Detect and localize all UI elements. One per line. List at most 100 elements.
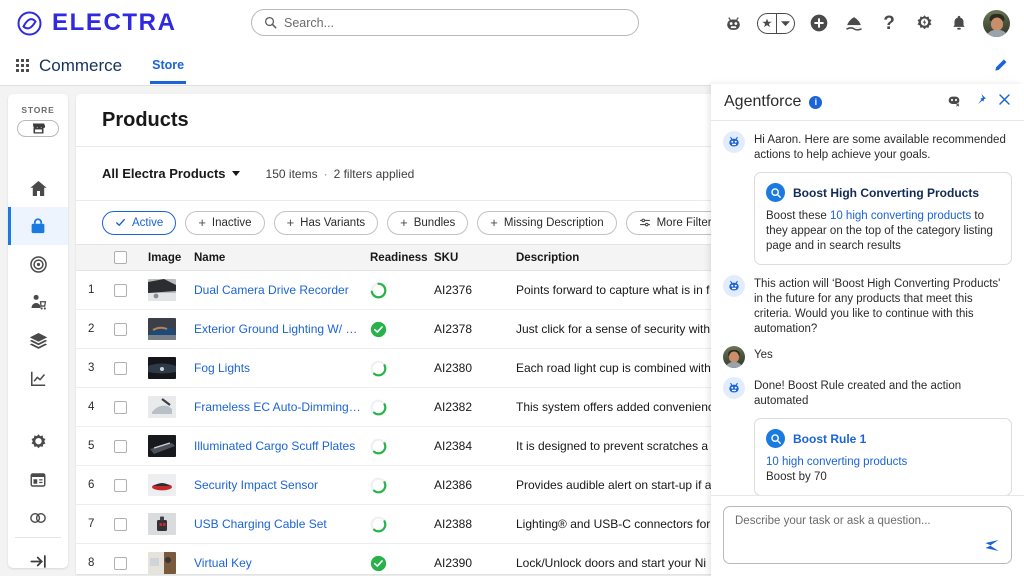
product-name-link[interactable]: Fog Lights bbox=[194, 361, 362, 375]
product-name-link[interactable]: Illuminated Cargo Scuff Plates bbox=[194, 439, 362, 453]
filter-chip-has-variants[interactable]: + Has Variants bbox=[274, 211, 379, 235]
boost-rule-card-title[interactable]: Boost Rule 1 bbox=[793, 432, 866, 446]
row-name-cell: Security Impact Sensor bbox=[194, 478, 370, 492]
agentforce-header-actions bbox=[946, 92, 1011, 113]
row-image-cell bbox=[148, 552, 194, 574]
help-icon[interactable]: ? bbox=[878, 12, 900, 34]
recommendation-card[interactable]: Boost High Converting Products Boost the… bbox=[754, 172, 1012, 265]
brand-name: ELECTRA bbox=[52, 11, 177, 35]
row-select-cell bbox=[114, 323, 148, 336]
pencil-icon[interactable] bbox=[993, 58, 1008, 78]
row-checkbox[interactable] bbox=[114, 479, 127, 492]
filter-chip-active[interactable]: Active bbox=[102, 211, 176, 235]
product-thumbnail bbox=[148, 318, 176, 340]
sidebar-item-home[interactable] bbox=[8, 169, 68, 207]
list-view-name: All Electra Products bbox=[102, 166, 226, 181]
cloud-icon[interactable] bbox=[843, 12, 865, 34]
recommendation-card-title: Boost High Converting Products bbox=[793, 186, 979, 200]
recommendation-card-header: Boost High Converting Products bbox=[766, 183, 1000, 202]
favorite-star-icon[interactable] bbox=[758, 14, 777, 33]
favorites-chevron-down-icon[interactable] bbox=[777, 14, 795, 33]
add-icon[interactable] bbox=[808, 12, 830, 34]
product-thumbnail bbox=[148, 357, 176, 379]
agent-message: This action will ‘Boost High Converting … bbox=[723, 275, 1012, 337]
sidebar-item-reports[interactable] bbox=[8, 359, 68, 397]
row-checkbox[interactable] bbox=[114, 401, 127, 414]
boost-rule-card[interactable]: Boost Rule 1 10 high converting products… bbox=[754, 418, 1012, 495]
storefront-icon[interactable] bbox=[17, 120, 59, 137]
agent-message: Done! Boost Rule created and the action … bbox=[723, 377, 1012, 409]
header-image[interactable]: Image bbox=[148, 252, 194, 264]
header-icon-group: ? bbox=[722, 0, 1010, 46]
notifications-bell-icon[interactable] bbox=[948, 12, 970, 34]
row-image-cell bbox=[148, 474, 194, 496]
filters-applied: 2 filters applied bbox=[334, 167, 415, 181]
product-name-link[interactable]: USB Charging Cable Set bbox=[194, 517, 362, 531]
row-checkbox[interactable] bbox=[114, 518, 127, 531]
check-icon bbox=[115, 217, 126, 228]
row-sku: AI2378 bbox=[434, 322, 516, 336]
global-search-input[interactable]: Search... bbox=[251, 9, 639, 36]
row-checkbox[interactable] bbox=[114, 284, 127, 297]
filter-chip-inactive[interactable]: + Inactive bbox=[185, 211, 264, 235]
filter-chip-bundles[interactable]: + Bundles bbox=[387, 211, 468, 235]
header-name[interactable]: Name bbox=[194, 252, 370, 264]
products-link[interactable]: 10 high converting products bbox=[830, 210, 971, 222]
shopping-bag-icon bbox=[29, 217, 47, 235]
close-icon[interactable] bbox=[998, 93, 1011, 111]
row-sku: AI2390 bbox=[434, 556, 516, 570]
mute-agent-icon[interactable] bbox=[946, 92, 962, 113]
brand[interactable]: ELECTRA bbox=[16, 10, 177, 37]
gear-icon bbox=[29, 433, 48, 452]
row-image-cell bbox=[148, 513, 194, 535]
row-checkbox[interactable] bbox=[114, 557, 127, 570]
row-sku: AI2382 bbox=[434, 400, 516, 414]
composer-input[interactable]: Describe your task or ask a question... bbox=[723, 506, 1012, 564]
assistant-bot-icon[interactable] bbox=[722, 12, 744, 34]
product-name-link[interactable]: Dual Camera Drive Recorder bbox=[194, 283, 362, 297]
product-name-link[interactable]: Frameless EC Auto-Dimming R... bbox=[194, 400, 362, 414]
app-name: Commerce bbox=[39, 56, 122, 76]
sidebar-item-catalogs[interactable] bbox=[8, 321, 68, 359]
product-name-link[interactable]: Virtual Key bbox=[194, 556, 362, 570]
tab-store[interactable]: Store bbox=[150, 47, 186, 84]
pin-icon[interactable] bbox=[973, 93, 987, 112]
product-name-link[interactable]: Exterior Ground Lighting W/ Lo... bbox=[194, 322, 362, 336]
row-select-cell bbox=[114, 518, 148, 531]
favorites-pill[interactable] bbox=[757, 13, 795, 34]
row-sku: AI2384 bbox=[434, 439, 516, 453]
collapse-arrow-icon[interactable] bbox=[8, 538, 68, 576]
select-all-checkbox[interactable] bbox=[114, 251, 127, 264]
agentforce-title: Agentforce bbox=[724, 93, 801, 111]
list-view-selector[interactable]: All Electra Products bbox=[102, 166, 240, 181]
row-checkbox[interactable] bbox=[114, 323, 127, 336]
info-icon[interactable]: i bbox=[809, 96, 822, 109]
product-thumbnail bbox=[148, 396, 176, 418]
header-sku[interactable]: SKU bbox=[434, 252, 516, 264]
filter-chip-missing-description[interactable]: + Missing Description bbox=[477, 211, 616, 235]
row-checkbox[interactable] bbox=[114, 362, 127, 375]
sidebar-item-products[interactable] bbox=[8, 207, 68, 245]
sidebar-item-integrations[interactable] bbox=[8, 499, 68, 537]
boost-rule-products-link[interactable]: 10 high converting products bbox=[766, 456, 907, 468]
row-name-cell: Virtual Key bbox=[194, 556, 370, 570]
row-image-cell bbox=[148, 318, 194, 340]
app-launcher-icon[interactable] bbox=[16, 59, 29, 72]
row-checkbox[interactable] bbox=[114, 440, 127, 453]
rail-tool-items bbox=[8, 423, 68, 537]
sidebar-item-settings[interactable] bbox=[8, 423, 68, 461]
select-all-cell bbox=[114, 251, 148, 264]
sidebar-item-customers[interactable] bbox=[8, 283, 68, 321]
plus-icon: + bbox=[287, 216, 295, 229]
header-readiness[interactable]: Readiness bbox=[370, 252, 434, 264]
row-image-cell bbox=[148, 279, 194, 301]
sidebar-item-promotions[interactable] bbox=[8, 245, 68, 283]
product-name-link[interactable]: Security Impact Sensor bbox=[194, 478, 362, 492]
row-sku: AI2388 bbox=[434, 517, 516, 531]
product-thumbnail bbox=[148, 513, 176, 535]
setup-gear-icon[interactable] bbox=[913, 12, 935, 34]
user-avatar[interactable] bbox=[983, 10, 1010, 37]
send-icon[interactable] bbox=[985, 539, 1002, 557]
row-sku: AI2376 bbox=[434, 283, 516, 297]
sidebar-item-layout[interactable] bbox=[8, 461, 68, 499]
